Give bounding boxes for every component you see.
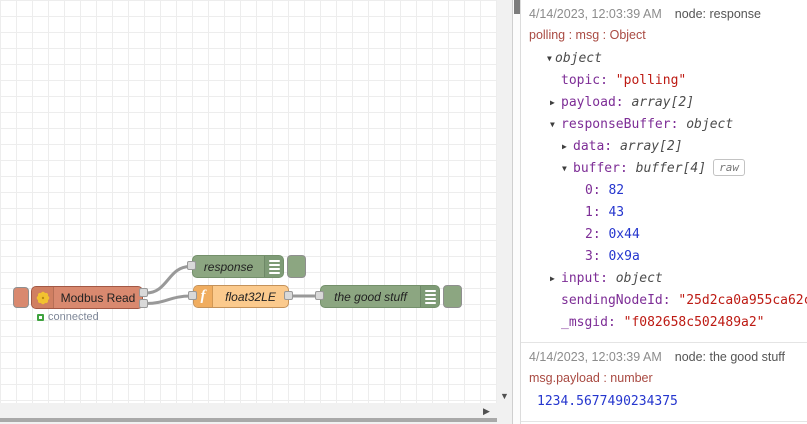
debug-key: 1:	[585, 205, 609, 220]
raw-button[interactable]: raw	[713, 159, 745, 176]
debug-value: "polling"	[615, 73, 687, 88]
debug-node-name: node: the good stuff	[674, 350, 786, 364]
wires-layer	[145, 265, 318, 305]
status-text: connected	[48, 311, 99, 323]
debug-key: 3:	[585, 249, 609, 264]
debug-message-meta: polling : msg : Object	[529, 28, 646, 42]
workspace-hscrollbar[interactable]: ▶	[0, 403, 512, 424]
hscroll-thumb[interactable]	[0, 418, 497, 422]
debug-timestamp: 4/14/2023, 12:03:39 AM	[529, 350, 662, 364]
debug-tree-row: 1: 43	[529, 202, 799, 224]
node-label: float32LE	[225, 289, 276, 304]
debug-value: "25d2ca0a955ca62c"	[678, 293, 807, 308]
debug-tree-row: sendingNodeId: "25d2ca0a955ca62c"	[529, 290, 807, 312]
wire-modbus-to-float32le[interactable]	[145, 294, 192, 305]
debug-value: 0x44	[608, 227, 640, 242]
collapse-icon[interactable]: ▼	[547, 48, 552, 70]
debug-tree-row: 2: 0x44	[529, 224, 799, 246]
scroll-down-arrow-icon[interactable]: ▼	[497, 391, 512, 401]
debug-output-icon	[420, 286, 439, 307]
debug-type: object	[686, 117, 734, 132]
node-label: response	[203, 259, 254, 274]
debug-tree-row: ▶ payload: array[2]	[529, 92, 799, 114]
collapse-icon[interactable]: ▼	[562, 158, 567, 180]
debug-type: object	[555, 51, 602, 66]
wire-modbus-to-response[interactable]	[145, 265, 191, 295]
node-modbus-read[interactable]: Modbus Read	[31, 286, 143, 309]
node-debug-response[interactable]: response	[192, 255, 284, 278]
debug-key: topic:	[561, 73, 616, 88]
debug-type: array[2]	[619, 139, 683, 154]
debug-tree-row: ▼ object	[529, 48, 799, 70]
node-label: Modbus Read	[60, 290, 136, 305]
debug-tree-row: _msgid: "f082658c502489a2"	[529, 312, 799, 334]
debug-value: 43	[608, 205, 625, 220]
debug-tree-row: 3: 0x9a	[529, 246, 799, 268]
expand-icon[interactable]: ▶	[550, 268, 555, 290]
debug-message: 4/14/2023, 12:03:39 AM node: response poll…	[521, 0, 807, 343]
workspace-vscrollbar[interactable]: ▼	[497, 0, 512, 403]
debug-tree-row: topic: "polling"	[529, 70, 799, 92]
debug-key: 0:	[585, 183, 609, 198]
debug-type: buffer[4]	[635, 161, 707, 176]
modbus-output-port-2[interactable]	[139, 299, 148, 308]
collapse-icon[interactable]: ▼	[550, 114, 555, 136]
debug-value: 1234.5677490234375	[537, 394, 678, 409]
debug-value: 0x9a	[608, 249, 640, 264]
node-debug-the-good-stuff[interactable]: the good stuff	[320, 285, 440, 308]
debug-tree-row: ▶ data: array[2]	[529, 136, 799, 158]
debug-tree: 1234.5677490234375	[529, 391, 799, 413]
flow-workspace[interactable]: Modbus Read connected response f float32…	[0, 0, 497, 403]
connected-status-icon	[37, 313, 44, 321]
modbus-output-port-1[interactable]	[139, 288, 148, 297]
sidebar-scrollbar[interactable]	[512, 0, 520, 424]
debug-panel: 4/14/2023, 12:03:39 AM node: response poll…	[520, 0, 807, 424]
debug-key: _msgid:	[561, 315, 624, 330]
debug-output-icon	[264, 256, 283, 277]
debug-type: object	[615, 271, 663, 286]
debug-key: responseBuffer:	[561, 117, 687, 132]
debug-tree-row: ▼ responseBuffer: object	[529, 114, 799, 136]
debug-toggle-button[interactable]	[443, 285, 462, 308]
debug-key: sendingNodeId:	[561, 293, 679, 308]
modbus-node-button[interactable]	[13, 287, 29, 308]
float32le-input-port[interactable]	[188, 291, 197, 300]
debug-toggle-button[interactable]	[287, 255, 306, 278]
debug-tree-row: 1234.5677490234375	[529, 391, 799, 413]
node-function-float32le[interactable]: f float32LE	[193, 285, 289, 308]
debug-value: 82	[608, 183, 625, 198]
scroll-right-arrow-icon[interactable]: ▶	[483, 406, 490, 417]
debug-timestamp: 4/14/2023, 12:03:39 AM	[529, 7, 662, 21]
debug-message-meta: msg.payload : number	[529, 371, 653, 385]
debug-tree-row: 0: 82	[529, 180, 799, 202]
expand-icon[interactable]: ▶	[562, 136, 567, 158]
response-input-port[interactable]	[187, 261, 196, 270]
debug-key: data:	[573, 139, 620, 154]
debug-message-list: 4/14/2023, 12:03:39 AM node: response poll…	[521, 0, 807, 422]
debug-key: payload:	[561, 95, 632, 110]
goodstuff-input-port[interactable]	[315, 291, 324, 300]
debug-tree: ▼ object topic: "polling" ▶ payload: array[2…	[529, 48, 807, 334]
node-status: connected	[37, 311, 99, 323]
node-red-window: Modbus Read connected response f float32…	[0, 0, 807, 424]
debug-type: array[2]	[631, 95, 695, 110]
node-label: the good stuff	[334, 289, 407, 304]
debug-value: "f082658c502489a2"	[623, 315, 765, 330]
debug-key: 2:	[585, 227, 609, 242]
float32le-output-port[interactable]	[284, 291, 293, 300]
debug-tree-row: ▼ buffer: buffer[4] raw	[529, 158, 799, 180]
debug-message-header: 4/14/2023, 12:03:39 AM node: response	[529, 6, 799, 22]
sidebar-scroll-thumb[interactable]	[514, 0, 520, 14]
debug-key: input:	[561, 271, 616, 286]
debug-key: buffer:	[573, 161, 636, 176]
debug-tree-row: ▶ input: object	[529, 268, 799, 290]
debug-message: 4/14/2023, 12:03:39 AM node: the good stu…	[521, 343, 807, 422]
debug-message-header: 4/14/2023, 12:03:39 AM node: the good stu…	[529, 349, 799, 365]
modbus-icon	[32, 287, 54, 308]
expand-icon[interactable]: ▶	[550, 92, 555, 114]
debug-node-name: node: response	[674, 7, 761, 21]
